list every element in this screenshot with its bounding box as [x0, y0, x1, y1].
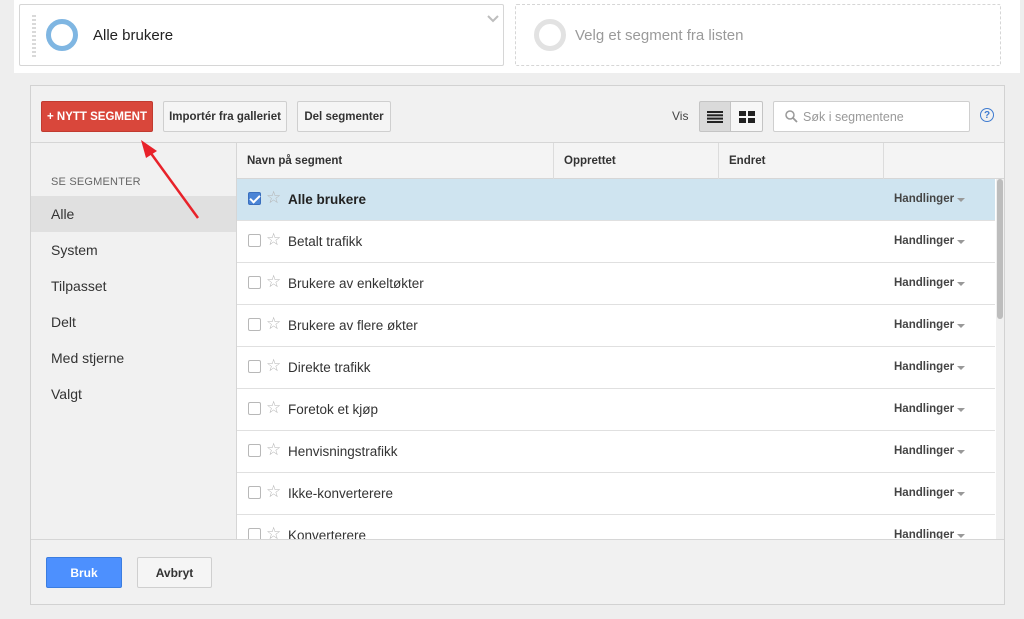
sidebar-heading: SE SEGMENTER: [51, 176, 141, 188]
caret-down-icon[interactable]: [957, 366, 965, 370]
row-checkbox[interactable]: [248, 528, 261, 539]
star-icon[interactable]: ☆: [266, 357, 281, 374]
actions-menu[interactable]: Handlinger: [894, 277, 954, 289]
caret-down-icon[interactable]: [957, 198, 965, 202]
table-row[interactable]: ☆ Ikke-konverterere Handlinger: [237, 473, 995, 515]
grid-view-icon: [738, 110, 755, 123]
segment-name: Henvisningstrafikk: [288, 444, 398, 459]
star-icon[interactable]: ☆: [266, 399, 281, 416]
sidebar-item-med-stjerne[interactable]: Med stjerne: [31, 340, 236, 376]
row-checkbox[interactable]: [248, 192, 261, 205]
segment-name: Brukere av enkeltøkter: [288, 276, 424, 291]
star-icon[interactable]: ☆: [266, 231, 281, 248]
column-header-created[interactable]: Opprettet: [554, 143, 719, 179]
table-row[interactable]: ☆ Henvisningstrafikk Handlinger: [237, 431, 995, 473]
table-row[interactable]: ☆ Betalt trafikk Handlinger: [237, 221, 995, 263]
segment-ring-icon: [46, 19, 78, 51]
caret-down-icon[interactable]: [957, 240, 965, 244]
scrollbar-thumb[interactable]: [997, 179, 1003, 319]
sidebar-item-system[interactable]: System: [31, 232, 236, 268]
actions-menu[interactable]: Handlinger: [894, 193, 954, 205]
empty-segment-slot[interactable]: Velg et segment fra listen: [515, 4, 1001, 66]
panel-footer: Bruk Avbryt: [31, 539, 1004, 604]
row-checkbox[interactable]: [248, 318, 261, 331]
help-icon[interactable]: ?: [980, 108, 994, 122]
view-label: Vis: [672, 109, 689, 123]
row-checkbox[interactable]: [248, 276, 261, 289]
actions-menu[interactable]: Handlinger: [894, 235, 954, 247]
cancel-button[interactable]: Avbryt: [137, 557, 212, 588]
column-header-modified[interactable]: Endret: [719, 143, 884, 179]
segment-name: Brukere av flere økter: [288, 318, 418, 333]
segment-name: Foretok et kjøp: [288, 402, 379, 417]
active-segment-card[interactable]: Alle brukere: [19, 4, 504, 66]
table-row[interactable]: ☆ Foretok et kjøp Handlinger: [237, 389, 995, 431]
actions-menu[interactable]: Handlinger: [894, 361, 954, 373]
actions-menu[interactable]: Handlinger: [894, 319, 954, 331]
search-icon: [785, 110, 798, 123]
star-icon[interactable]: ☆: [266, 441, 281, 458]
drag-handle[interactable]: [32, 15, 36, 57]
sidebar-item-delt[interactable]: Delt: [31, 304, 236, 340]
vertical-scrollbar[interactable]: [996, 179, 1004, 539]
caret-down-icon[interactable]: [957, 450, 965, 454]
apply-button[interactable]: Bruk: [46, 557, 122, 588]
table-body: ☆ Alle brukere Handlinger ☆ Betalt trafikk Ha…: [237, 179, 995, 539]
chevron-down-icon[interactable]: [486, 13, 500, 27]
share-segments-button[interactable]: Del segmenter: [297, 101, 391, 132]
active-segment-name: Alle brukere: [93, 27, 174, 44]
table-row[interactable]: ☆ Brukere av flere økter Handlinger: [237, 305, 995, 347]
column-header-name[interactable]: Navn på segment: [237, 143, 554, 179]
import-from-gallery-button[interactable]: Importér fra galleriet: [163, 101, 287, 132]
caret-down-icon[interactable]: [957, 534, 965, 538]
grid-view-button[interactable]: [731, 101, 763, 132]
actions-menu[interactable]: Handlinger: [894, 403, 954, 415]
sidebar-item-valgt[interactable]: Valgt: [31, 376, 236, 412]
segment-name: Alle brukere: [288, 192, 367, 207]
table-header: Navn på segment Opprettet Endret: [237, 143, 1004, 179]
table-row[interactable]: ☆ Brukere av enkeltøkter Handlinger: [237, 263, 995, 305]
row-checkbox[interactable]: [248, 402, 261, 415]
search-box[interactable]: [773, 101, 970, 132]
list-view-icon: [707, 110, 723, 123]
segment-picker-panel: + NYTT SEGMENT Importér fra galleriet De…: [30, 85, 1005, 605]
sidebar-item-alle[interactable]: Alle: [31, 196, 236, 232]
segment-bar: Alle brukere Velg et segment fra listen: [14, 0, 1020, 73]
search-input[interactable]: [803, 107, 963, 127]
caret-down-icon[interactable]: [957, 324, 965, 328]
segment-table: Navn på segment Opprettet Endret ☆ Alle b…: [237, 143, 1004, 539]
sidebar-item-tilpasset[interactable]: Tilpasset: [31, 268, 236, 304]
caret-down-icon[interactable]: [957, 492, 965, 496]
toolbar: + NYTT SEGMENT Importér fra galleriet De…: [31, 86, 1004, 143]
star-icon[interactable]: ☆: [266, 525, 281, 539]
table-row[interactable]: ☆ Konverterere Handlinger: [237, 515, 995, 539]
caret-down-icon[interactable]: [957, 408, 965, 412]
star-icon[interactable]: ☆: [266, 273, 281, 290]
actions-menu[interactable]: Handlinger: [894, 529, 954, 539]
star-icon[interactable]: ☆: [266, 189, 281, 206]
segment-filter-sidebar: SE SEGMENTER Alle System Tilpasset Delt …: [31, 143, 237, 539]
row-checkbox[interactable]: [248, 444, 261, 457]
list-view-button[interactable]: [699, 101, 731, 132]
segment-name: Ikke-konverterere: [288, 486, 394, 501]
actions-menu[interactable]: Handlinger: [894, 445, 954, 457]
segment-ring-icon: [534, 19, 566, 51]
segment-name: Konverterere: [288, 528, 367, 539]
star-icon[interactable]: ☆: [266, 315, 281, 332]
empty-slot-placeholder: Velg et segment fra listen: [575, 27, 744, 44]
actions-menu[interactable]: Handlinger: [894, 487, 954, 499]
row-checkbox[interactable]: [248, 486, 261, 499]
new-segment-button[interactable]: + NYTT SEGMENT: [41, 101, 153, 132]
segment-name: Direkte trafikk: [288, 360, 371, 375]
table-row[interactable]: ☆ Direkte trafikk Handlinger: [237, 347, 995, 389]
row-checkbox[interactable]: [248, 234, 261, 247]
star-icon[interactable]: ☆: [266, 483, 281, 500]
caret-down-icon[interactable]: [957, 282, 965, 286]
table-row[interactable]: ☆ Alle brukere Handlinger: [237, 179, 995, 221]
segment-name: Betalt trafikk: [288, 234, 363, 249]
row-checkbox[interactable]: [248, 360, 261, 373]
